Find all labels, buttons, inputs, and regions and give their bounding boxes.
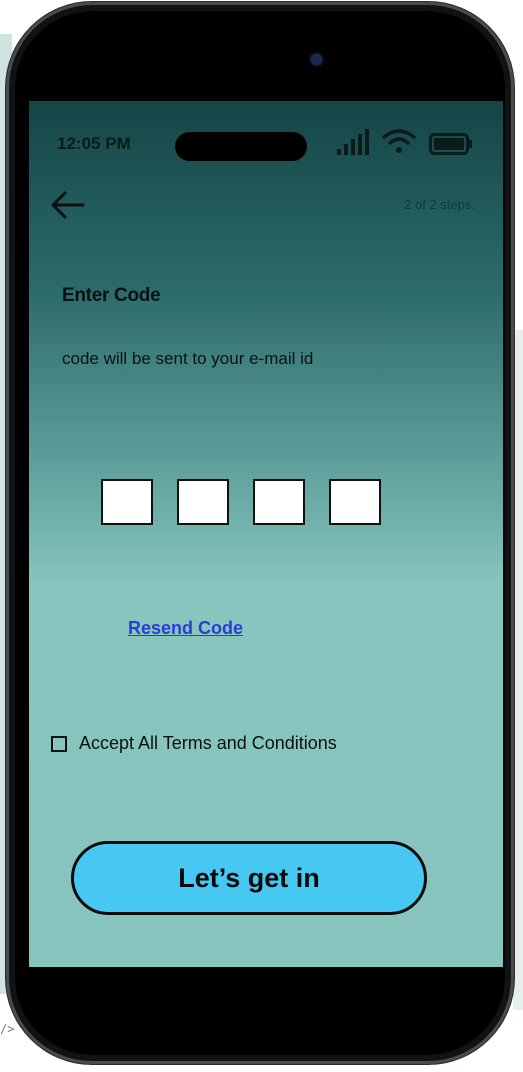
background-editor-tag: />	[0, 1022, 15, 1036]
lets-get-in-button[interactable]: Let’s get in	[71, 841, 427, 915]
code-digit-1[interactable]	[101, 479, 153, 525]
code-input-group	[101, 479, 381, 525]
arrow-left-icon	[51, 191, 85, 219]
page-title: Enter Code	[62, 285, 161, 306]
status-icons	[337, 125, 473, 155]
status-time: 12:05 PM	[57, 134, 131, 153]
background-panel-right	[513, 330, 523, 1010]
battery-icon	[429, 133, 472, 155]
code-digit-2[interactable]	[177, 479, 229, 525]
code-digit-4[interactable]	[329, 479, 381, 525]
canvas: /> 12:05 PM 2 of 2 steps. Enter Code cod…	[0, 0, 523, 1072]
step-indicator: 2 of 2 steps.	[404, 197, 475, 212]
dynamic-island	[175, 132, 307, 161]
code-digit-3[interactable]	[253, 479, 305, 525]
front-camera-icon	[311, 54, 322, 65]
terms-label: Accept All Terms and Conditions	[79, 733, 337, 753]
signal-icon	[337, 129, 369, 155]
phone-bezel: 12:05 PM 2 of 2 steps. Enter Code code w…	[15, 11, 505, 1055]
resend-code-link[interactable]: Resend Code	[128, 618, 243, 639]
terms-checkbox-row[interactable]: Accept All Terms and Conditions	[51, 733, 337, 754]
wifi-icon	[382, 129, 416, 153]
phone-frame: 12:05 PM 2 of 2 steps. Enter Code code w…	[6, 2, 514, 1064]
page-subtitle: code will be sent to your e-mail id	[62, 349, 314, 368]
terms-checkbox[interactable]	[51, 735, 67, 752]
back-button[interactable]	[47, 185, 87, 225]
app-screen: 12:05 PM 2 of 2 steps. Enter Code code w…	[29, 101, 503, 967]
